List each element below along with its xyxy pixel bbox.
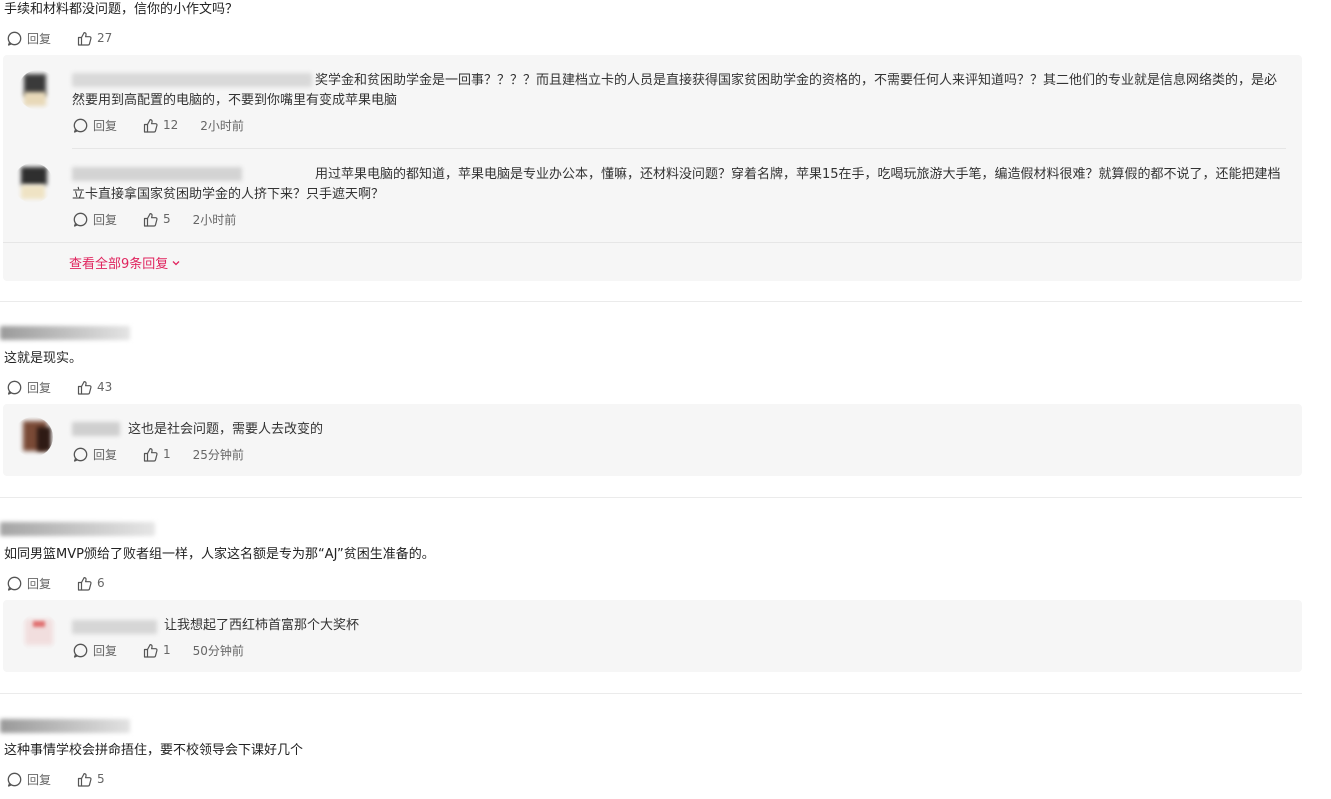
thumbs-up-icon <box>77 576 92 591</box>
chevron-down-icon <box>172 260 180 265</box>
comment-bubble-icon <box>7 772 22 787</box>
reply-label: 回复 <box>27 380 52 395</box>
like-count: 1 <box>163 643 171 657</box>
comment-bubble-icon <box>7 380 22 395</box>
comment-text: 手续和材料都没问题，信你的小作文吗？ <box>4 2 239 17</box>
like-button[interactable]: 5 <box>143 212 171 227</box>
username-blurred[interactable] <box>0 719 130 733</box>
reply-text: 用过苹果电脑的都知道，苹果电脑是专业办公本，懂嘛，还材料没问题？穿着名牌，苹果1… <box>72 167 1281 202</box>
like-button[interactable]: 43 <box>77 380 112 395</box>
comment-text: 如同男篮MVP颁给了败者组一样，人家这名额是专为那“AJ”贫困生准备的。 <box>4 547 435 562</box>
thumbs-up-icon <box>77 380 92 395</box>
comment-text: 这种事情学校会拼命捂住，要不校领导会下课好几个 <box>4 743 304 758</box>
comment-divider <box>0 693 1302 694</box>
reply-box: 让我想起了西红柿首富那个大奖杯 回复 1 50分钟前 <box>3 600 1302 672</box>
reply-actions: 回复 12 2小时前 <box>73 116 244 134</box>
like-button[interactable]: 1 <box>143 447 171 462</box>
comment-bubble-icon <box>73 212 88 227</box>
username-blurred[interactable] <box>0 522 155 536</box>
reply-actions: 回复 5 2小时前 <box>73 210 236 228</box>
reply-button[interactable]: 回复 <box>73 211 117 228</box>
username-blurred[interactable] <box>72 620 157 634</box>
reply-text: 让我想起了西红柿首富那个大奖杯 <box>164 618 360 633</box>
view-all-label: 查看全部9条回复 <box>69 257 169 272</box>
avatar[interactable] <box>18 70 58 110</box>
like-button[interactable]: 6 <box>77 576 105 591</box>
view-all-replies-link[interactable]: 查看全部9条回复 <box>69 253 181 272</box>
reply-button[interactable]: 回复 <box>7 771 51 788</box>
thumbs-up-icon <box>143 643 158 658</box>
divider <box>3 242 1302 243</box>
like-count: 27 <box>97 31 113 45</box>
like-count: 6 <box>97 576 105 590</box>
comment-actions: 回复 5 <box>7 770 105 788</box>
reply-button[interactable]: 回复 <box>7 379 51 396</box>
comment-bubble-icon <box>7 576 22 591</box>
comment-bubble-icon <box>73 447 88 462</box>
reply-button[interactable]: 回复 <box>73 446 117 463</box>
reply-button[interactable]: 回复 <box>73 117 117 134</box>
timestamp: 25分钟前 <box>192 447 244 462</box>
username-blurred[interactable] <box>0 326 130 340</box>
comment-bubble-icon <box>73 643 88 658</box>
avatar[interactable] <box>13 163 53 203</box>
reply-label: 回复 <box>93 118 118 133</box>
comment-divider <box>0 497 1302 498</box>
reply-label: 回复 <box>93 643 118 658</box>
username-blurred[interactable] <box>72 422 120 436</box>
reply-button[interactable]: 回复 <box>73 642 117 659</box>
like-button[interactable]: 1 <box>143 643 171 658</box>
like-count: 5 <box>163 212 171 226</box>
thumbs-up-icon <box>143 447 158 462</box>
reply-box: 奖学金和贫困助学金是一回事？？？？而且建档立卡的人员是直接获得国家贫困助学金的资… <box>3 55 1302 281</box>
like-button[interactable]: 12 <box>143 118 178 133</box>
like-button[interactable]: 5 <box>77 772 105 787</box>
timestamp: 50分钟前 <box>192 643 244 658</box>
reply-label: 回复 <box>27 576 52 591</box>
timestamp: 2小时前 <box>192 212 237 227</box>
like-count: 43 <box>97 380 113 394</box>
comment-actions: 回复 6 <box>7 574 105 592</box>
reply-button[interactable]: 回复 <box>7 575 51 592</box>
like-count: 5 <box>97 772 105 786</box>
reply-label: 回复 <box>27 772 52 787</box>
reply-label: 回复 <box>27 31 52 46</box>
reply-button[interactable]: 回复 <box>7 30 51 47</box>
timestamp: 2小时前 <box>200 118 244 133</box>
reply-label: 回复 <box>93 447 118 462</box>
thumbs-up-icon <box>77 31 92 46</box>
comment-actions: 回复 27 <box>7 29 112 47</box>
thumbs-up-icon <box>77 772 92 787</box>
comment-bubble-icon <box>73 118 88 133</box>
reply-box: 这也是社会问题，需要人去改变的 回复 1 25分钟前 <box>3 404 1302 476</box>
reply-actions: 回复 1 25分钟前 <box>73 445 244 463</box>
comment-text: 这就是现实。 <box>4 351 83 366</box>
thumbs-up-icon <box>143 212 158 227</box>
reply-text: 奖学金和贫困助学金是一回事？？？？而且建档立卡的人员是直接获得国家贫困助学金的资… <box>72 73 1278 108</box>
comment-divider <box>0 301 1302 302</box>
reply-actions: 回复 1 50分钟前 <box>73 641 244 659</box>
reply-text: 这也是社会问题，需要人去改变的 <box>128 422 324 437</box>
like-count: 1 <box>163 447 171 461</box>
like-count: 12 <box>163 118 179 132</box>
avatar[interactable] <box>13 417 53 457</box>
comment-actions: 回复 43 <box>7 378 112 396</box>
comment-bubble-icon <box>7 31 22 46</box>
thumbs-up-icon <box>143 118 158 133</box>
avatar[interactable] <box>19 613 59 653</box>
divider <box>72 148 1286 149</box>
like-button[interactable]: 27 <box>77 31 112 46</box>
reply-label: 回复 <box>93 212 118 227</box>
